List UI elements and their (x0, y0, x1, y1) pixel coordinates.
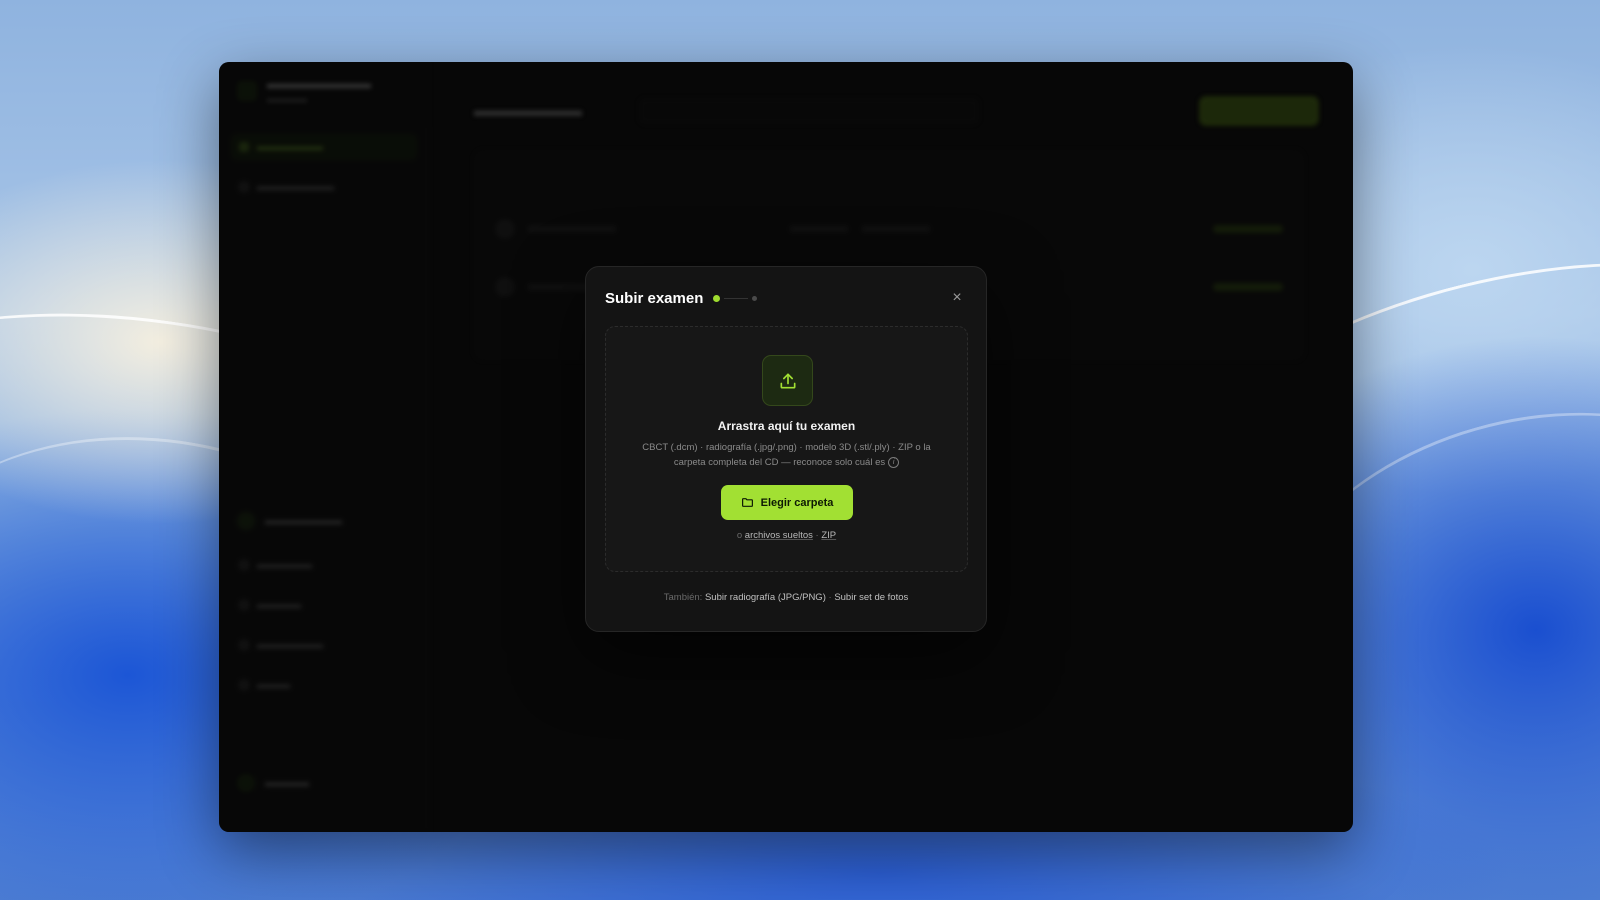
upload-radiography-link[interactable]: Subir radiografía (JPG/PNG) (705, 592, 826, 603)
upload-icon (762, 355, 813, 406)
loose-files-link[interactable]: archivos sueltos (745, 530, 813, 541)
zip-link[interactable]: ZIP (821, 530, 836, 541)
modal-footer: También: Subir radiografía (JPG/PNG) · S… (586, 592, 986, 603)
info-icon[interactable]: i (888, 456, 900, 468)
folder-icon (741, 498, 753, 507)
step-2-dot (752, 295, 758, 301)
choose-folder-label: Elegir carpeta (760, 496, 834, 509)
app-window: ▬▬▬▬▬▬▬▬ ▬▬▬▬ ▬▬▬▬▬▬ ▬▬▬▬▬▬▬ ▬▬▬▬▬▬▬ ▬▬▬… (219, 62, 1353, 832)
modal-title: Subir examen (605, 289, 704, 307)
choose-folder-button[interactable]: Elegir carpeta (721, 485, 853, 520)
step-1-dot (713, 294, 721, 302)
step-indicator (713, 294, 758, 302)
upload-photo-set-link[interactable]: Subir set de fotos (834, 592, 908, 603)
modal-header: Subir examen × (605, 287, 967, 309)
upload-exam-modal: Subir examen × Arrastra aquí tu examen C… (585, 266, 987, 632)
dropzone-description: CBCT (.dcm) · radiografía (.jpg/.png) · … (630, 440, 943, 470)
alt-separator: · (815, 530, 819, 541)
alt-prefix: o (736, 530, 743, 541)
alternative-upload-links: o archivos sueltos · ZIP (606, 530, 967, 541)
close-icon[interactable]: × (947, 288, 967, 308)
footer-prefix: También: (663, 592, 703, 603)
dropzone-title: Arrastra aquí tu examen (717, 419, 856, 433)
footer-separator: · (828, 592, 832, 603)
step-connector (724, 297, 749, 299)
file-dropzone[interactable]: Arrastra aquí tu examen CBCT (.dcm) · ra… (605, 326, 968, 572)
